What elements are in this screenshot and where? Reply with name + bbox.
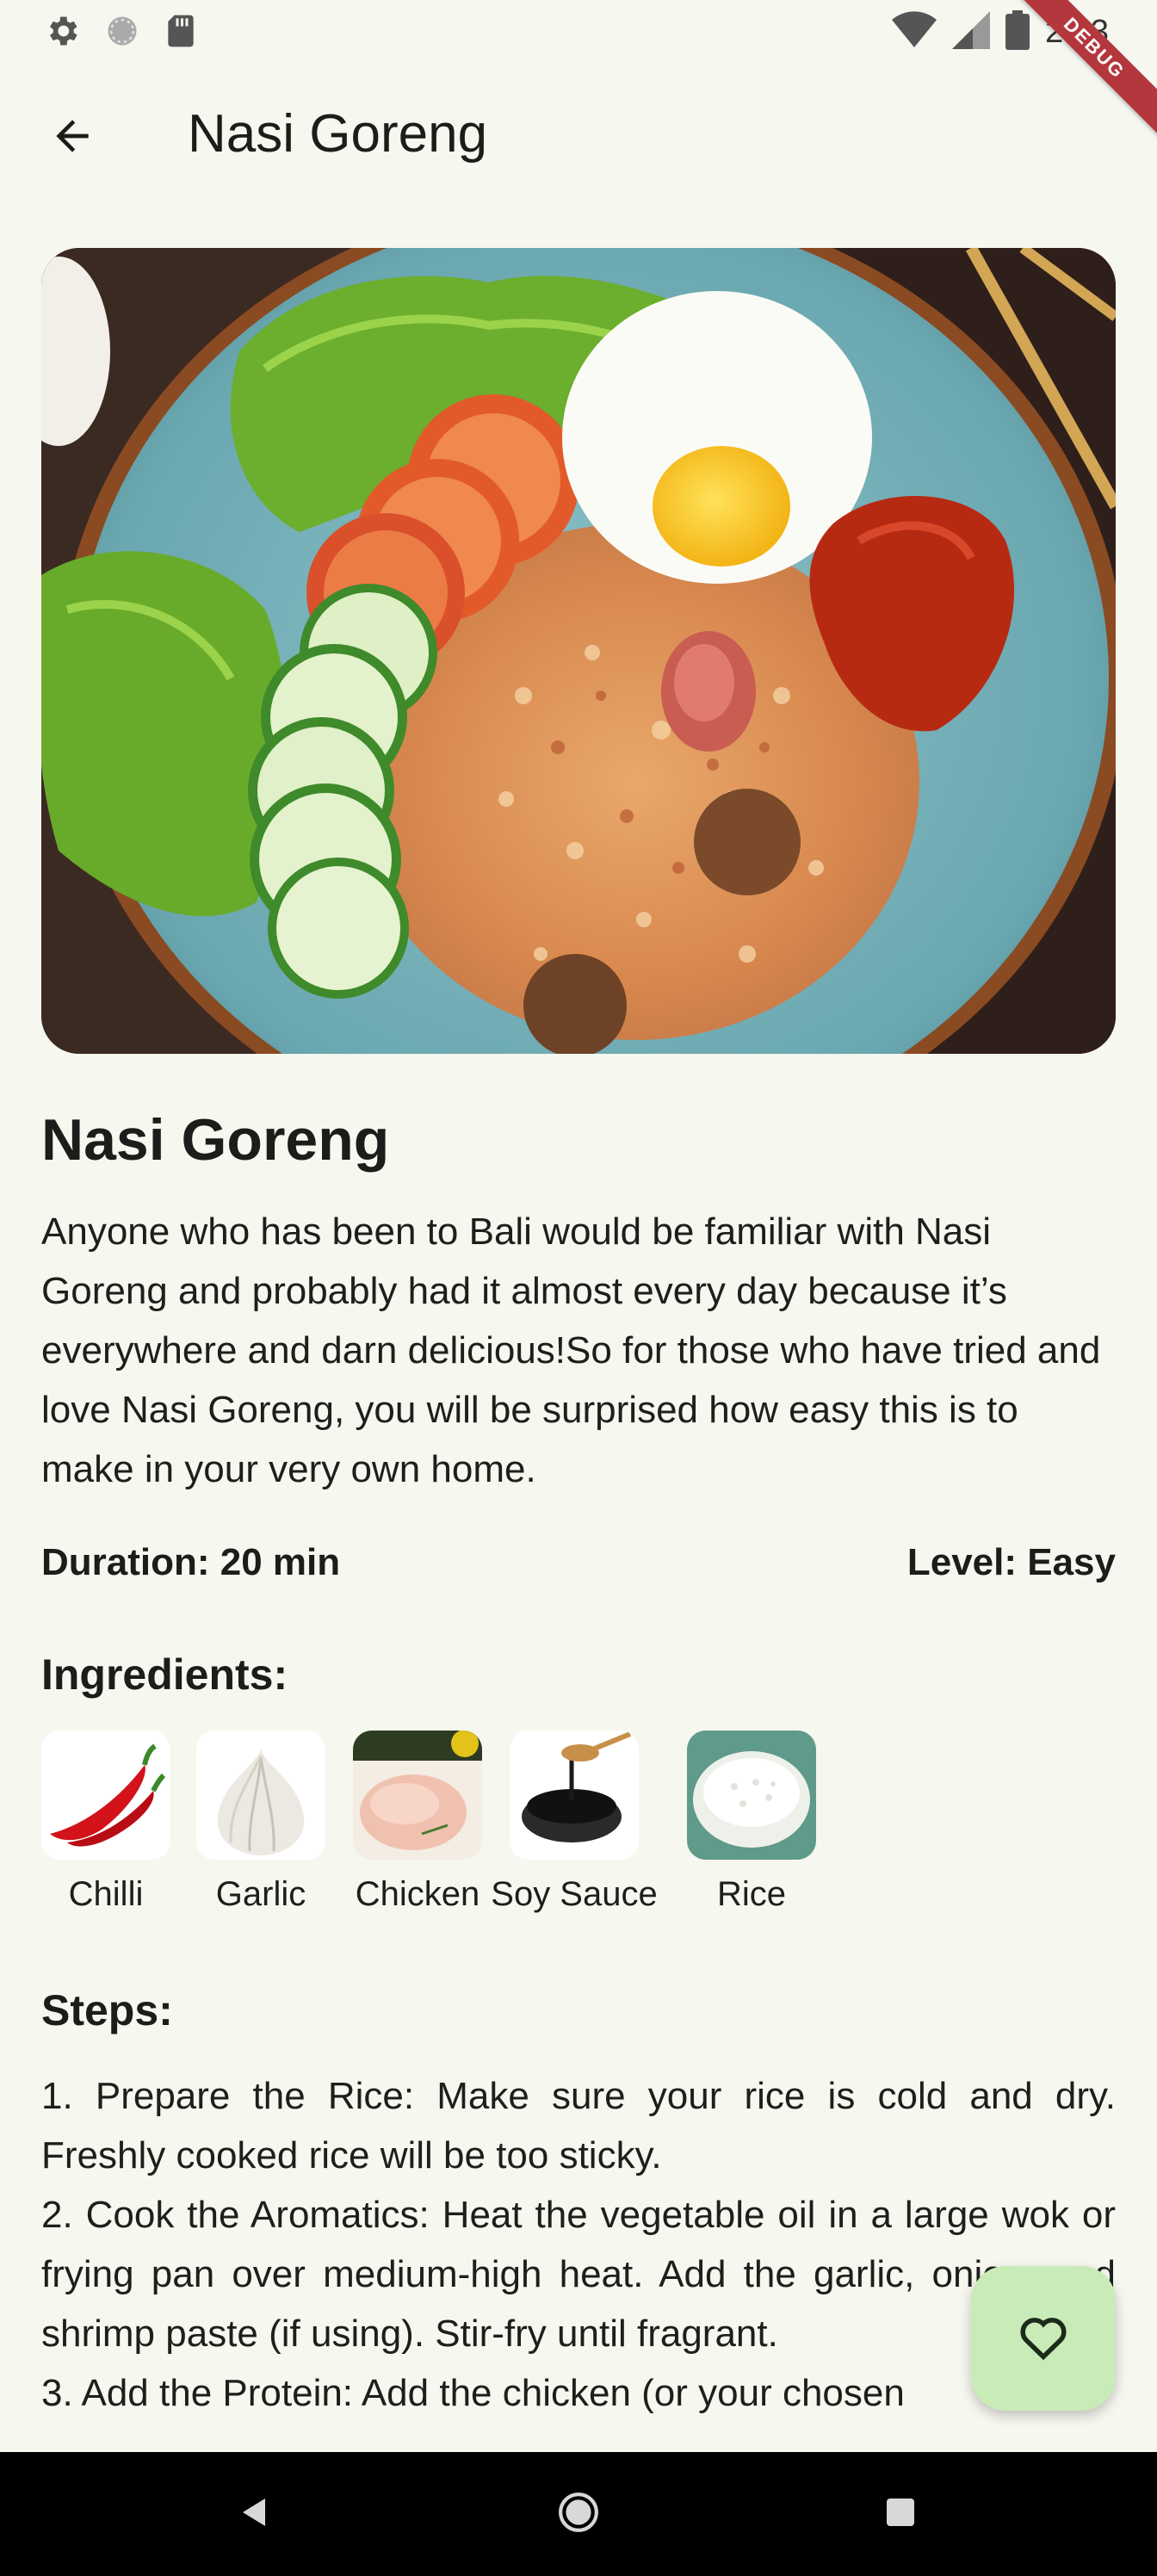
settings-icon [43, 12, 81, 54]
circle-home-icon [557, 2491, 600, 2538]
ingredient-label: Soy Sauce [491, 1875, 658, 1913]
ingredient-label: Garlic [215, 1875, 306, 1913]
nav-home-button[interactable] [541, 2476, 616, 2552]
ingredient-rice: Rice [687, 1731, 816, 1914]
battery-icon [1005, 10, 1030, 54]
square-recents-icon [885, 2497, 916, 2532]
status-bar: 2:13 [0, 0, 1157, 62]
step-item: 1. Prepare the Rice: Make sure your rice… [41, 2075, 1116, 2177]
recipe-hero-image [41, 248, 1116, 1054]
chicken-image [353, 1731, 482, 1860]
ingredient-chilli: Chilli [41, 1731, 170, 1914]
soy-sauce-image [510, 1731, 639, 1860]
arrow-back-icon [48, 112, 96, 164]
circle-icon [103, 12, 141, 54]
steps-list: 1. Prepare the Rice: Make sure your rice… [41, 2066, 1116, 2454]
ingredient-soy-sauce: Soy Sauce [491, 1731, 658, 1914]
heart-outline-icon [1015, 2308, 1072, 2369]
ingredient-label: Chilli [68, 1875, 144, 1913]
ingredient-label: Rice [716, 1875, 787, 1913]
nav-recents-button[interactable] [863, 2476, 938, 2552]
app-bar: Nasi Goreng [0, 69, 1157, 198]
sd-card-icon [164, 12, 198, 54]
step-item: 2. Cook the Aromatics: Heat the vegetabl… [41, 2194, 1116, 2355]
triangle-back-icon [238, 2495, 272, 2534]
duration-label: Duration: 20 min [41, 1541, 341, 1583]
favorite-button[interactable] [971, 2266, 1116, 2411]
step-item: 3. Add the Protein: Add the chicken (or … [41, 2372, 905, 2414]
chilli-image [41, 1731, 170, 1860]
signal-icon [952, 11, 991, 53]
ingredient-garlic: Garlic [196, 1731, 325, 1914]
status-left-icons [43, 12, 198, 54]
rice-image [687, 1731, 816, 1860]
recipe-meta: Duration: 20 min Level: Easy [41, 1541, 1116, 1584]
recipe-title: Nasi Goreng [41, 1107, 390, 1173]
back-button[interactable] [34, 100, 110, 176]
recipe-description: Anyone who has been to Bali would be fam… [41, 1211, 1101, 1490]
ingredients-list: Chilli Garlic Chicken Soy Sauce Rice [41, 1731, 816, 1914]
ingredient-chicken: Chicken [353, 1731, 482, 1914]
ingredients-heading: Ingredients: [41, 1650, 288, 1699]
nav-back-button[interactable] [217, 2476, 293, 2552]
system-nav-bar [0, 2452, 1157, 2576]
level-label: Level: Easy [906, 1541, 1116, 1583]
page-title: Nasi Goreng [188, 104, 488, 164]
steps-heading: Steps: [41, 1986, 173, 2034]
ingredient-label: Chicken [355, 1875, 480, 1913]
wifi-icon [892, 11, 937, 53]
garlic-image [196, 1731, 325, 1860]
